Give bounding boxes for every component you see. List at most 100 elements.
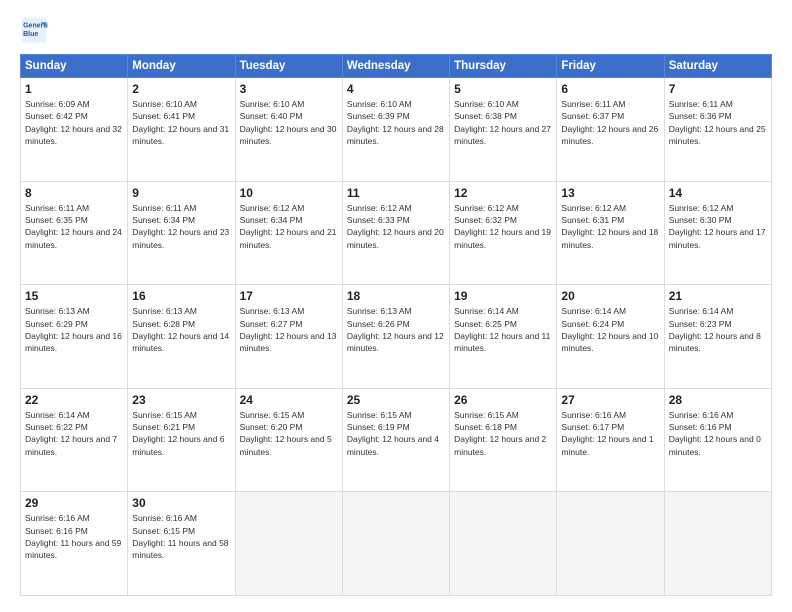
day-header-sunday: Sunday — [21, 55, 128, 78]
day-info: Sunrise: 6:12 AMSunset: 6:31 PMDaylight:… — [561, 202, 659, 251]
calendar-cell: 2 Sunrise: 6:10 AMSunset: 6:41 PMDaylight… — [128, 78, 235, 182]
calendar-cell: 25 Sunrise: 6:15 AMSunset: 6:19 PMDayligh… — [342, 388, 449, 492]
calendar-cell: 9 Sunrise: 6:11 AMSunset: 6:34 PMDaylight… — [128, 181, 235, 285]
day-info: Sunrise: 6:14 AMSunset: 6:22 PMDaylight:… — [25, 409, 123, 458]
calendar-cell: 26 Sunrise: 6:15 AMSunset: 6:18 PMDayligh… — [450, 388, 557, 492]
calendar-cell: 12 Sunrise: 6:12 AMSunset: 6:32 PMDayligh… — [450, 181, 557, 285]
calendar-cell: 8 Sunrise: 6:11 AMSunset: 6:35 PMDaylight… — [21, 181, 128, 285]
day-number: 26 — [454, 393, 552, 407]
day-info: Sunrise: 6:10 AMSunset: 6:40 PMDaylight:… — [240, 98, 338, 147]
calendar-cell: 11 Sunrise: 6:12 AMSunset: 6:33 PMDayligh… — [342, 181, 449, 285]
day-number: 4 — [347, 82, 445, 96]
calendar-header-row: SundayMondayTuesdayWednesdayThursdayFrid… — [21, 55, 772, 78]
calendar-cell: 14Sunrise: 6:12 AMSunset: 6:30 PMDayligh… — [664, 181, 771, 285]
day-number: 23 — [132, 393, 230, 407]
calendar-cell: 1Sunrise: 6:09 AMSunset: 6:42 PMDaylight… — [21, 78, 128, 182]
day-info: Sunrise: 6:14 AMSunset: 6:23 PMDaylight:… — [669, 305, 767, 354]
calendar-week-2: 8 Sunrise: 6:11 AMSunset: 6:35 PMDaylight… — [21, 181, 772, 285]
day-info: Sunrise: 6:16 AMSunset: 6:16 PMDaylight:… — [25, 512, 123, 561]
calendar-cell: 20 Sunrise: 6:14 AMSunset: 6:24 PMDayligh… — [557, 285, 664, 389]
day-info: Sunrise: 6:16 AMSunset: 6:16 PMDaylight:… — [669, 409, 767, 458]
day-number: 15 — [25, 289, 123, 303]
calendar-cell — [342, 492, 449, 596]
day-number: 30 — [132, 496, 230, 510]
day-number: 7 — [669, 82, 767, 96]
calendar-cell: 6Sunrise: 6:11 AMSunset: 6:37 PMDaylight… — [557, 78, 664, 182]
day-number: 21 — [669, 289, 767, 303]
day-number: 11 — [347, 186, 445, 200]
day-info: Sunrise: 6:12 AMSunset: 6:32 PMDaylight:… — [454, 202, 552, 251]
day-header-friday: Friday — [557, 55, 664, 78]
calendar-cell — [450, 492, 557, 596]
calendar-week-3: 15 Sunrise: 6:13 AMSunset: 6:29 PMDayligh… — [21, 285, 772, 389]
day-header-thursday: Thursday — [450, 55, 557, 78]
day-info: Sunrise: 6:11 AMSunset: 6:36 PMDaylight:… — [669, 98, 767, 147]
header: General Blue — [20, 16, 772, 44]
day-number: 8 — [25, 186, 123, 200]
calendar-cell: 16Sunrise: 6:13 AMSunset: 6:28 PMDayligh… — [128, 285, 235, 389]
day-info: Sunrise: 6:13 AMSunset: 6:26 PMDaylight:… — [347, 305, 445, 354]
day-number: 19 — [454, 289, 552, 303]
calendar-cell: 5Sunrise: 6:10 AMSunset: 6:38 PMDaylight… — [450, 78, 557, 182]
page: General Blue SundayMondayTuesdayWednesda… — [0, 0, 792, 612]
day-number: 2 — [132, 82, 230, 96]
day-number: 17 — [240, 289, 338, 303]
day-info: Sunrise: 6:12 AMSunset: 6:33 PMDaylight:… — [347, 202, 445, 251]
day-header-monday: Monday — [128, 55, 235, 78]
day-info: Sunrise: 6:14 AMSunset: 6:24 PMDaylight:… — [561, 305, 659, 354]
calendar-cell: 10 Sunrise: 6:12 AMSunset: 6:34 PMDayligh… — [235, 181, 342, 285]
svg-text:Blue: Blue — [23, 31, 38, 38]
calendar-cell: 30 Sunrise: 6:16 AMSunset: 6:15 PMDayligh… — [128, 492, 235, 596]
calendar-cell: 4 Sunrise: 6:10 AMSunset: 6:39 PMDaylight… — [342, 78, 449, 182]
day-info: Sunrise: 6:14 AMSunset: 6:25 PMDaylight:… — [454, 305, 552, 354]
day-info: Sunrise: 6:12 AMSunset: 6:34 PMDaylight:… — [240, 202, 338, 251]
day-number: 5 — [454, 82, 552, 96]
calendar-cell: 24 Sunrise: 6:15 AMSunset: 6:20 PMDayligh… — [235, 388, 342, 492]
day-info: Sunrise: 6:10 AMSunset: 6:39 PMDaylight:… — [347, 98, 445, 147]
day-number: 12 — [454, 186, 552, 200]
day-info: Sunrise: 6:13 AMSunset: 6:27 PMDaylight:… — [240, 305, 338, 354]
day-info: Sunrise: 6:15 AMSunset: 6:19 PMDaylight:… — [347, 409, 445, 458]
day-number: 29 — [25, 496, 123, 510]
calendar-week-1: 1Sunrise: 6:09 AMSunset: 6:42 PMDaylight… — [21, 78, 772, 182]
day-info: Sunrise: 6:13 AMSunset: 6:29 PMDaylight:… — [25, 305, 123, 354]
day-info: Sunrise: 6:16 AMSunset: 6:15 PMDaylight:… — [132, 512, 230, 561]
day-number: 10 — [240, 186, 338, 200]
calendar-cell: 23 Sunrise: 6:15 AMSunset: 6:21 PMDayligh… — [128, 388, 235, 492]
calendar-week-4: 22Sunrise: 6:14 AMSunset: 6:22 PMDayligh… — [21, 388, 772, 492]
day-info: Sunrise: 6:15 AMSunset: 6:20 PMDaylight:… — [240, 409, 338, 458]
calendar-cell: 17 Sunrise: 6:13 AMSunset: 6:27 PMDayligh… — [235, 285, 342, 389]
calendar-cell: 7 Sunrise: 6:11 AMSunset: 6:36 PMDaylight… — [664, 78, 771, 182]
calendar-cell: 27 Sunrise: 6:16 AMSunset: 6:17 PMDayligh… — [557, 388, 664, 492]
calendar-cell: 3 Sunrise: 6:10 AMSunset: 6:40 PMDaylight… — [235, 78, 342, 182]
day-number: 27 — [561, 393, 659, 407]
day-info: Sunrise: 6:15 AMSunset: 6:18 PMDaylight:… — [454, 409, 552, 458]
calendar-cell: 18 Sunrise: 6:13 AMSunset: 6:26 PMDayligh… — [342, 285, 449, 389]
day-number: 13 — [561, 186, 659, 200]
day-number: 14 — [669, 186, 767, 200]
day-info: Sunrise: 6:10 AMSunset: 6:41 PMDaylight:… — [132, 98, 230, 147]
day-number: 25 — [347, 393, 445, 407]
calendar-cell: 13 Sunrise: 6:12 AMSunset: 6:31 PMDayligh… — [557, 181, 664, 285]
day-number: 1 — [25, 82, 123, 96]
logo: General Blue — [20, 16, 52, 44]
day-number: 18 — [347, 289, 445, 303]
logo-icon: General Blue — [20, 16, 48, 44]
day-info: Sunrise: 6:15 AMSunset: 6:21 PMDaylight:… — [132, 409, 230, 458]
day-info: Sunrise: 6:11 AMSunset: 6:35 PMDaylight:… — [25, 202, 123, 251]
day-info: Sunrise: 6:16 AMSunset: 6:17 PMDaylight:… — [561, 409, 659, 458]
day-header-tuesday: Tuesday — [235, 55, 342, 78]
calendar-cell — [664, 492, 771, 596]
day-number: 6 — [561, 82, 659, 96]
calendar-cell: 29 Sunrise: 6:16 AMSunset: 6:16 PMDayligh… — [21, 492, 128, 596]
day-number: 9 — [132, 186, 230, 200]
day-number: 20 — [561, 289, 659, 303]
calendar-cell — [235, 492, 342, 596]
day-info: Sunrise: 6:11 AMSunset: 6:34 PMDaylight:… — [132, 202, 230, 251]
day-number: 16 — [132, 289, 230, 303]
day-number: 28 — [669, 393, 767, 407]
calendar-table: SundayMondayTuesdayWednesdayThursdayFrid… — [20, 54, 772, 596]
day-number: 24 — [240, 393, 338, 407]
day-number: 3 — [240, 82, 338, 96]
calendar-cell — [557, 492, 664, 596]
